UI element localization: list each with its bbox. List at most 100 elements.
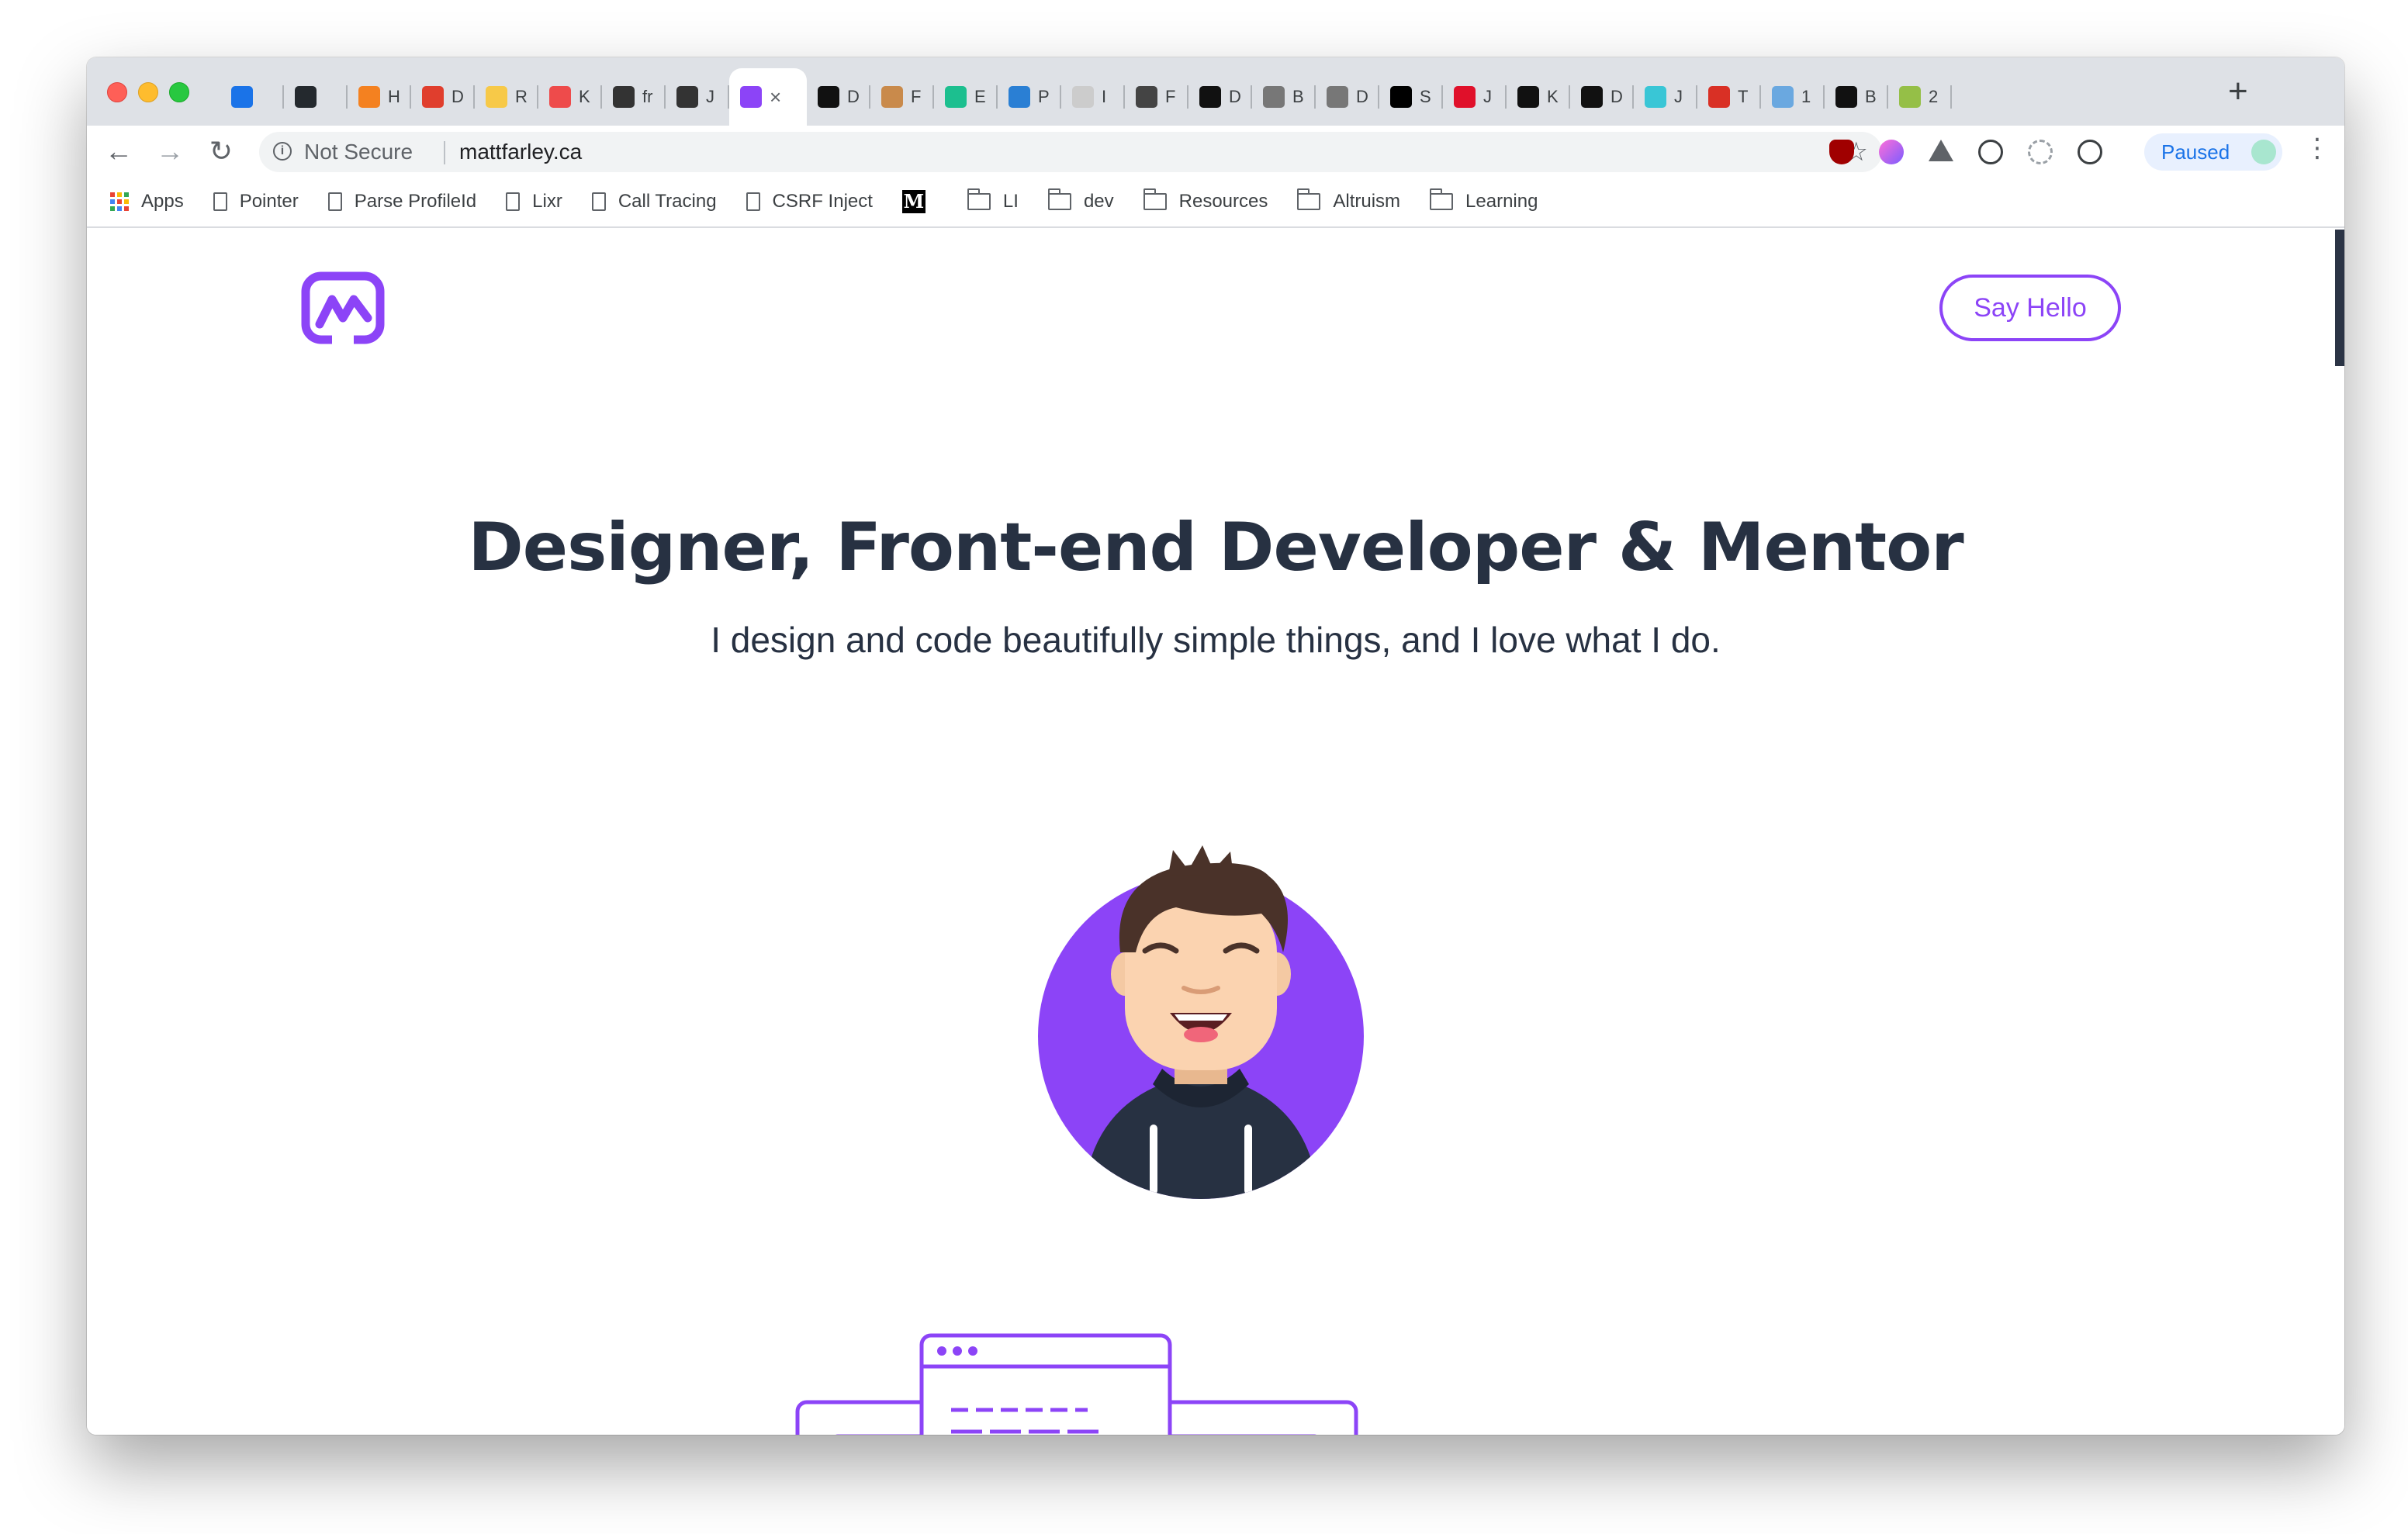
browser-tab[interactable]: R — [475, 68, 538, 126]
bookmark-call-tracing[interactable]: Call Tracing — [591, 191, 717, 212]
medium-icon: M — [901, 190, 925, 213]
browser-tab[interactable] — [284, 68, 348, 126]
maximize-window-button[interactable] — [169, 82, 189, 102]
tab-title: D — [1229, 87, 1241, 106]
p-circle-icon — [1009, 86, 1030, 108]
browser-tab[interactable]: T — [1697, 68, 1761, 126]
profile-avatar — [2251, 140, 2276, 164]
folder-icon — [1143, 188, 1167, 210]
bookmarks-bar: Apps Pointer Parse ProfileId Lixr Call Traci… — [87, 177, 2344, 228]
bookmark-altruism[interactable]: Altruism — [1297, 188, 1400, 212]
tab-title: J — [1674, 87, 1683, 106]
browser-tab[interactable]: K — [538, 68, 602, 126]
back-button[interactable]: ← — [99, 132, 138, 171]
tab-title: H — [388, 87, 400, 106]
browser-tab[interactable]: × — [729, 68, 807, 126]
say-hello-button[interactable]: Say Hello — [1939, 275, 2121, 341]
bookmark-label: Parse ProfileId — [354, 191, 477, 212]
photo-icon — [1136, 86, 1157, 108]
browser-tab[interactable]: 2 — [1888, 68, 1952, 126]
password-manager-extension-icon[interactable] — [2078, 140, 2102, 164]
browser-tab[interactable]: 1 — [1761, 68, 1825, 126]
new-tab-button[interactable]: + — [2228, 74, 2248, 109]
omnibox-divider — [444, 141, 445, 164]
browser-tab[interactable] — [220, 68, 284, 126]
browser-tab[interactable]: I — [1061, 68, 1125, 126]
browser-tab[interactable]: F — [870, 68, 934, 126]
color-extension-icon[interactable] — [1879, 140, 1904, 164]
tab-title: 1 — [1801, 87, 1811, 106]
browser-tab[interactable]: B — [1252, 68, 1316, 126]
bookmark-lixr[interactable]: Lixr — [506, 191, 562, 212]
bookmark-resources[interactable]: Resources — [1143, 188, 1268, 212]
sk-icon — [1390, 86, 1412, 108]
triangle-icon — [1517, 86, 1539, 108]
minimize-window-button[interactable] — [138, 82, 158, 102]
bookmark-apps[interactable]: Apps — [110, 191, 184, 212]
url-text[interactable]: mattfarley.ca — [459, 140, 582, 164]
github-icon — [295, 86, 317, 108]
triangle-extension-icon[interactable] — [1929, 140, 1953, 161]
bookmark-label: Resources — [1178, 191, 1268, 212]
j-color-icon — [1645, 86, 1666, 108]
browser-tab[interactable]: S — [1379, 68, 1443, 126]
tab-title: F — [911, 87, 922, 106]
browser-tab[interactable]: J — [666, 68, 729, 126]
j-icon — [676, 86, 698, 108]
browser-tab[interactable]: F — [1125, 68, 1188, 126]
browser-tab[interactable]: H — [348, 68, 411, 126]
browser-tab[interactable]: J — [1443, 68, 1507, 126]
address-bar[interactable]: i Not Secure mattfarley.ca ☆ — [259, 132, 1882, 172]
browser-tab[interactable]: D — [411, 68, 475, 126]
tab-title: D — [452, 87, 464, 106]
flag-icon — [1072, 86, 1094, 108]
bookmark-medium[interactable]: M — [901, 190, 938, 213]
browser-window: H D R Kfr J × D F E P I F D B D S J K D J T 1 B 2 + ← → ↻ i Not… — [87, 57, 2344, 1435]
tab-title: R — [515, 87, 528, 106]
browser-tab[interactable]: D — [807, 68, 870, 126]
bookmark-learning[interactable]: Learning — [1430, 188, 1538, 212]
browser-tab[interactable]: D — [1188, 68, 1252, 126]
bookmark-label: dev — [1083, 191, 1114, 212]
bolt-icon — [1581, 86, 1603, 108]
disabled-extension-icon[interactable] — [2028, 140, 2053, 164]
bookmark-pointer[interactable]: Pointer — [213, 191, 299, 212]
reload-button[interactable]: ↻ — [202, 132, 240, 171]
bookmark-label: Apps — [141, 191, 184, 212]
doc-icon — [1327, 86, 1348, 108]
browser-tab[interactable]: P — [998, 68, 1061, 126]
more-menu-icon[interactable]: ⋮ — [2304, 135, 2330, 161]
page-scrollbar[interactable] — [2335, 230, 2344, 366]
profile-status: Paused — [2161, 140, 2230, 164]
bookmark-li[interactable]: LI — [967, 188, 1019, 212]
mattfarley-logo[interactable] — [301, 271, 385, 349]
wappalyzer-extension-icon[interactable] — [1978, 140, 2003, 164]
bookmark-csrf-inject[interactable]: CSRF Inject — [746, 191, 873, 212]
green-circle-icon — [945, 86, 967, 108]
browser-tab[interactable]: E — [934, 68, 998, 126]
bookmark-parse-profileid[interactable]: Parse ProfileId — [327, 191, 477, 212]
w-icon — [1835, 86, 1857, 108]
avatar-icon — [881, 86, 903, 108]
info-icon[interactable]: i — [273, 142, 292, 161]
hero-subtitle: I design and code beautifully simple thi… — [711, 620, 1721, 660]
browser-tab[interactable]: fr — [602, 68, 666, 126]
b-icon — [1263, 86, 1285, 108]
cloudflare-icon — [358, 86, 380, 108]
tab-title: fr — [642, 87, 653, 106]
browser-tab[interactable]: B — [1825, 68, 1888, 126]
browser-tab[interactable]: K — [1507, 68, 1570, 126]
tab-title: F — [1165, 87, 1176, 106]
browser-tab[interactable]: D — [1570, 68, 1634, 126]
forward-button[interactable]: → — [150, 132, 189, 171]
ublock-extension-icon[interactable] — [1829, 140, 1854, 164]
browser-tab[interactable]: J — [1634, 68, 1697, 126]
close-tab-icon[interactable]: × — [770, 85, 781, 109]
browser-tab[interactable]: D — [1316, 68, 1379, 126]
m-red-icon — [1708, 86, 1730, 108]
folder-icon — [967, 188, 991, 210]
bookmark-label: Pointer — [239, 191, 299, 212]
bookmark-dev[interactable]: dev — [1047, 188, 1114, 212]
profile-button[interactable]: Paused — [2144, 133, 2282, 171]
close-window-button[interactable] — [107, 82, 127, 102]
